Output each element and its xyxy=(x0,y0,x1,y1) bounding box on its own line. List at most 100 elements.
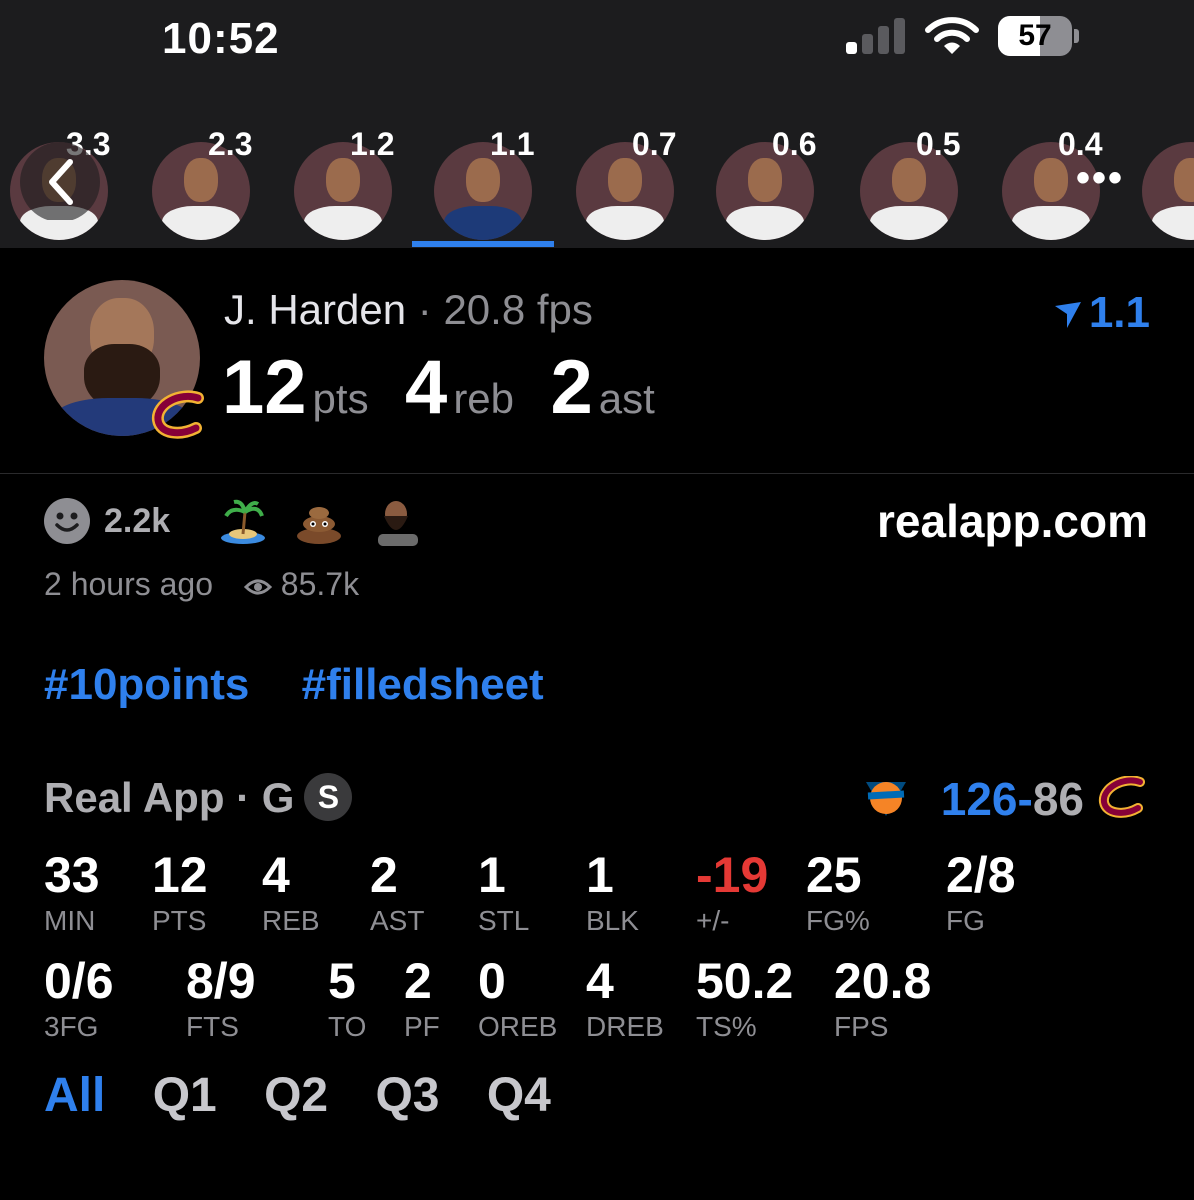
tab-q3[interactable]: Q3 xyxy=(375,1069,439,1122)
status-time: 10:52 xyxy=(162,14,280,63)
game-score[interactable]: 126-86 xyxy=(941,772,1084,826)
stat-stl: 1 STL xyxy=(478,848,529,936)
player-statline: 12 pts 4 reb 2 ast xyxy=(222,344,687,430)
stat-value: 2 xyxy=(404,953,432,1009)
pts-unit: pts xyxy=(312,375,369,422)
hashtags: #10points #filledsheet xyxy=(44,660,584,710)
stat-value: 1 xyxy=(478,847,506,903)
player-strip-value: 1.1 xyxy=(490,126,535,162)
stat-3fg: 0/6 3FG xyxy=(44,954,114,1042)
player-strip-item[interactable]: 1.1 xyxy=(434,122,535,240)
tab-q1[interactable]: Q1 xyxy=(153,1069,217,1122)
views-count: 85.7k xyxy=(280,566,360,602)
reb-value: 4 xyxy=(405,345,448,430)
player-strip-value: 0.6 xyxy=(772,126,817,162)
cavaliers-logo-icon xyxy=(152,390,204,439)
reaction-count: 2.2k xyxy=(104,502,171,540)
stat-value: 33 xyxy=(44,847,100,903)
rating-value: 1.1 xyxy=(1088,288,1150,337)
stat-value: 0 xyxy=(478,953,506,1009)
hashtag-10points[interactable]: #10points xyxy=(44,660,249,709)
tab-q4[interactable]: Q4 xyxy=(487,1069,551,1122)
time-ago: 2 hours ago xyxy=(44,566,214,602)
views: 85.7k xyxy=(243,566,360,602)
stat-label: DREB xyxy=(586,1011,664,1042)
stat-: -19 +/- xyxy=(696,848,768,936)
stat-value: 8/9 xyxy=(186,953,256,1009)
tab-all[interactable]: All xyxy=(44,1069,105,1122)
player-strip-item[interactable]: 1.2 xyxy=(294,122,395,240)
stat-to: 5 TO xyxy=(328,954,366,1042)
stat-value: 1 xyxy=(586,847,614,903)
eye-icon xyxy=(243,579,273,595)
stat-label: REB xyxy=(262,905,320,936)
pts-value: 12 xyxy=(222,345,307,430)
stat-pf: 2 PF xyxy=(404,954,440,1042)
score-loser: 86 xyxy=(1032,773,1084,825)
stat-label: +/- xyxy=(696,905,730,936)
stat-label: FPS xyxy=(834,1011,889,1042)
knicks-logo-icon[interactable] xyxy=(860,776,912,820)
post-meta: 2 hours ago 85.7k xyxy=(44,566,359,603)
player-strip-value: 2.3 xyxy=(208,126,253,162)
player-name[interactable]: J. Harden xyxy=(224,286,406,333)
player-strip-avatar xyxy=(1142,142,1194,240)
cavaliers-logo-icon-small[interactable] xyxy=(1098,776,1150,820)
game-row: Real App · GS 126-86 xyxy=(44,770,1150,830)
stat-fg: 25 FG% xyxy=(806,848,870,936)
stat-dreb: 4 DREB xyxy=(586,954,664,1042)
stat-reb: 4 REB xyxy=(262,848,320,936)
player-rating[interactable]: 1.1 xyxy=(1053,288,1150,338)
smiley-icon[interactable] xyxy=(44,498,90,544)
score-dash: - xyxy=(1017,773,1033,825)
battery-percent: 57 xyxy=(1018,19,1052,52)
player-strip-value: 0.5 xyxy=(916,126,961,162)
stat-oreb: 0 OREB xyxy=(478,954,557,1042)
player-strip-item[interactable]: 2.3 xyxy=(152,122,253,240)
stat-pts: 12 PTS xyxy=(152,848,208,936)
stat-min: 33 MIN xyxy=(44,848,100,936)
stat-label: FTS xyxy=(186,1011,239,1042)
tab-q2[interactable]: Q2 xyxy=(264,1069,328,1122)
poop-icon[interactable] xyxy=(294,496,344,546)
stat-label: AST xyxy=(370,905,425,936)
stat-label: PF xyxy=(404,1011,440,1042)
stat-label: BLK xyxy=(586,905,639,936)
battery-icon: 57 xyxy=(998,16,1079,56)
stat-value: 12 xyxy=(152,847,208,903)
back-button[interactable] xyxy=(18,120,108,220)
stat-value: -19 xyxy=(696,847,769,903)
stat-fps: 20.8 FPS xyxy=(834,954,931,1042)
harden-emoji-icon[interactable] xyxy=(372,496,422,546)
stat-value: 0/6 xyxy=(44,953,114,1009)
player-strip-item[interactable]: 0.7 xyxy=(576,122,676,240)
player-strip-value: 1.2 xyxy=(350,126,395,162)
s-badge[interactable]: S xyxy=(304,772,353,821)
selected-player-indicator xyxy=(412,241,554,247)
hashtag-filledsheet[interactable]: #filledsheet xyxy=(302,660,544,709)
site-link[interactable]: realapp.com xyxy=(877,494,1148,548)
player-strip-item[interactable]: 0.5 xyxy=(860,122,961,240)
wifi-icon xyxy=(925,17,979,54)
stat-value: 4 xyxy=(262,847,290,903)
ast-unit: ast xyxy=(598,375,655,422)
stat-value: 25 xyxy=(806,847,862,903)
stat-label: 3FG xyxy=(44,1011,99,1042)
stat-label: STL xyxy=(478,905,530,936)
stat-label: FG xyxy=(946,905,985,936)
island-icon[interactable] xyxy=(218,496,268,546)
player-fps: 20.8 fps xyxy=(443,286,593,333)
rating-arrow-icon xyxy=(1054,302,1081,329)
game-label: Real App · GS xyxy=(44,772,353,825)
player-strip-item-partial[interactable] xyxy=(1142,122,1194,240)
more-options-button[interactable]: ••• xyxy=(1076,158,1140,198)
stat-value: 50.2 xyxy=(696,953,794,1009)
stat-value: 2 xyxy=(370,847,398,903)
stat-label: TO xyxy=(328,1011,367,1042)
stat-value: 5 xyxy=(328,953,356,1009)
stat-value: 20.8 xyxy=(834,953,932,1009)
stat-label: FG% xyxy=(806,905,870,936)
stat-ast: 2 AST xyxy=(370,848,424,936)
cellular-signal-icon xyxy=(846,18,908,54)
player-strip-item[interactable]: 0.6 xyxy=(716,122,817,240)
